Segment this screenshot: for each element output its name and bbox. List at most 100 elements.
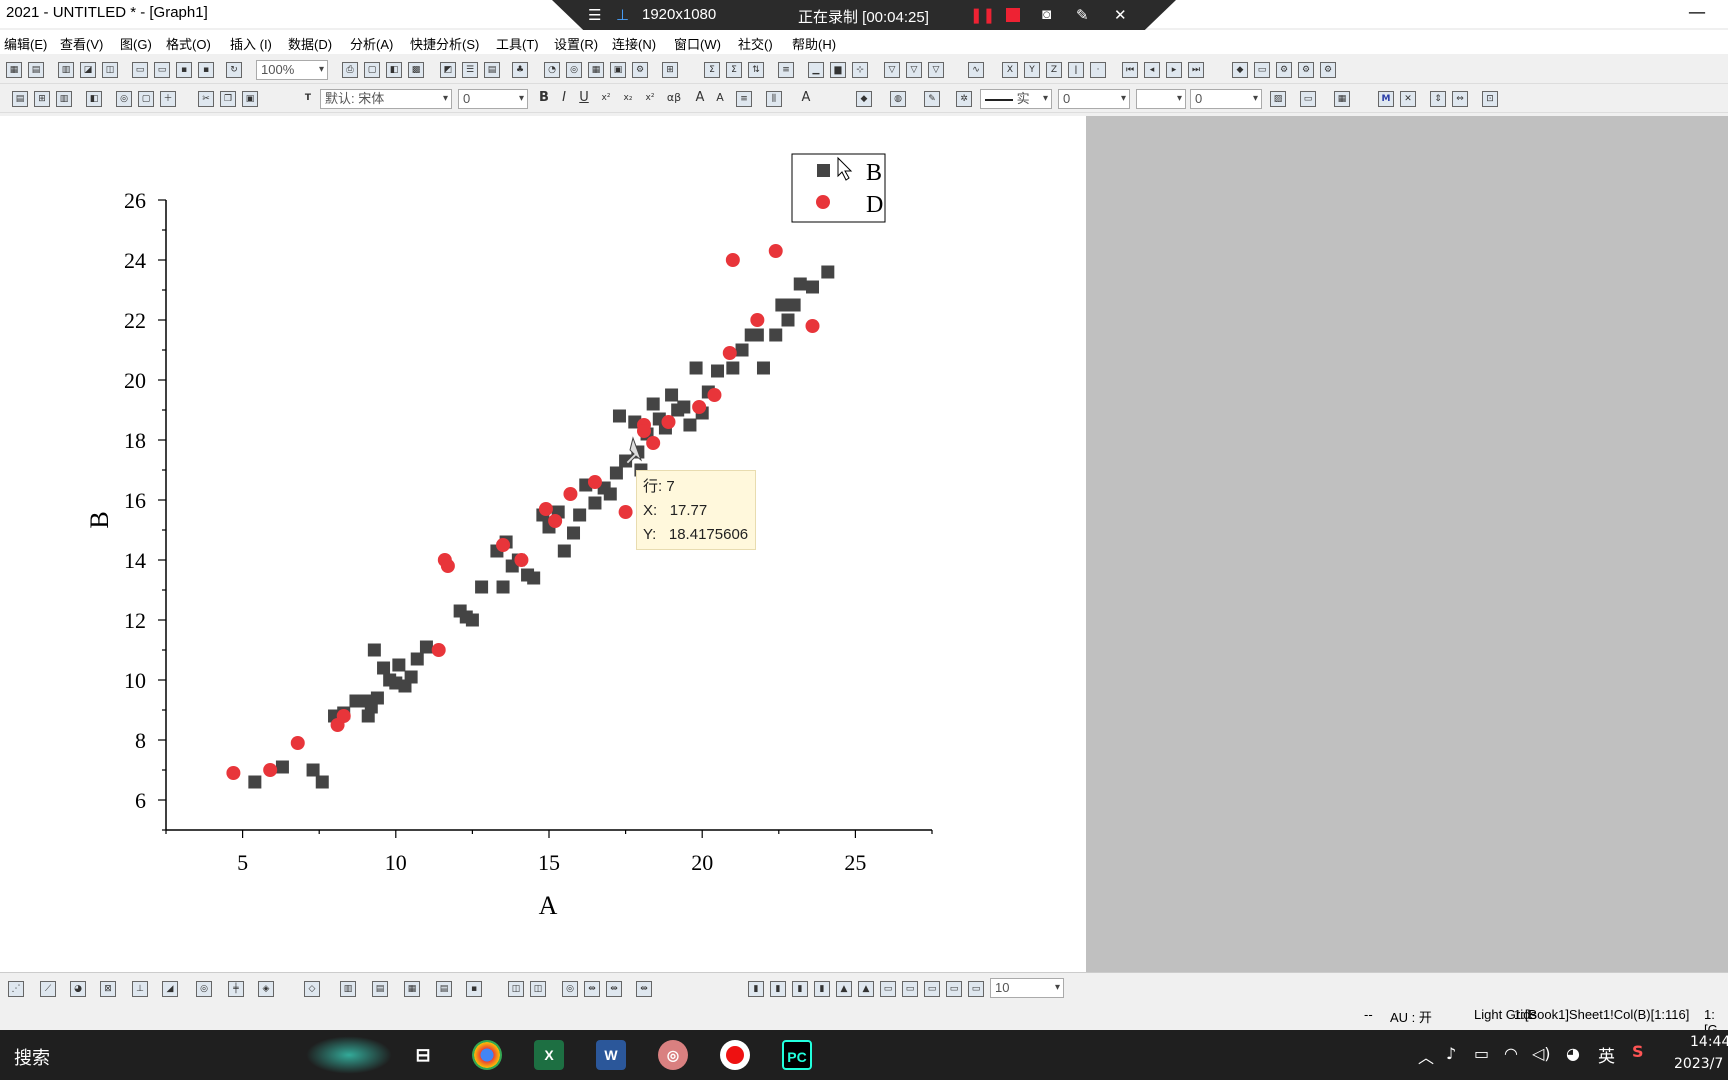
layer-contents-icon[interactable]: ◧ [86,91,102,107]
data-reader-icon[interactable]: ◔ [544,62,560,78]
underline-icon[interactable]: U [576,91,592,107]
zoom-select[interactable]: 100% [256,60,328,80]
data-point-d[interactable] [692,400,707,414]
data-point-d[interactable] [563,487,578,501]
font-smaller-icon[interactable]: A [712,91,728,107]
new-project-icon[interactable]: ▤ [28,62,44,78]
qq-icon[interactable]: ◕ [1566,1044,1580,1063]
3d-surface-icon[interactable]: ◇ [304,981,320,997]
stop-icon[interactable] [1006,8,1020,22]
data-point-b[interactable] [306,763,320,777]
3d-wire-icon[interactable]: ▤ [372,981,388,997]
menu-insert[interactable]: 插入 (I) [230,34,272,53]
new-graph-icon[interactable]: ◪ [80,62,96,78]
histogram-icon[interactable]: ▁ [808,62,824,78]
menu-edit[interactable]: 编辑(E) [4,34,47,53]
data-point-b[interactable] [609,466,623,480]
new-workbook-icon[interactable]: ▦ [6,62,22,78]
menu-quick-analysis[interactable]: 快捷分析(S) [410,34,479,53]
axis-break-icon[interactable]: ⇹ [606,981,622,997]
data-point-d[interactable] [636,424,651,438]
arrange-h-icon[interactable]: ⇔ [1452,91,1468,107]
recalculate-icon[interactable]: ↻ [226,62,242,78]
data-point-d[interactable] [646,436,661,450]
menu-icon[interactable]: ☰ [588,6,601,24]
save-template-icon[interactable]: ▪ [198,62,214,78]
merge-icon[interactable]: ▥ [56,91,72,107]
hatch-icon[interactable]: ▨ [1270,91,1286,107]
data-point-d[interactable] [722,346,737,360]
menu-window[interactable]: 窗口(W) [674,34,721,53]
word-icon[interactable]: W [596,1040,626,1070]
data-point-b[interactable] [367,643,381,657]
new-excel-icon[interactable]: ▥ [58,62,74,78]
add-layer-icon[interactable]: ⊞ [34,91,50,107]
object-align-right-icon[interactable]: ▮ [770,981,786,997]
menu-analysis[interactable]: 分析(A) [350,34,393,53]
data-point-b[interactable] [567,526,581,540]
recorder-app-icon[interactable] [720,1040,750,1070]
camera-icon[interactable]: ◙ [1042,6,1051,23]
next-icon[interactable]: ▸ [1166,62,1182,78]
open-icon[interactable]: ▭ [132,62,148,78]
cut-icon[interactable]: ✂ [198,91,214,107]
data-point-b[interactable] [769,328,783,342]
object-align-center-icon[interactable]: ▲ [836,981,852,997]
data-point-d[interactable] [431,643,446,657]
data-point-b[interactable] [781,313,795,327]
subscript-icon[interactable]: x₂ [620,91,636,107]
data-point-d[interactable] [514,553,529,567]
origin-app-icon[interactable]: ◎ [658,1040,688,1070]
object-align-left-icon[interactable]: ▮ [748,981,764,997]
clock-time[interactable]: 14:44 [1690,1034,1728,1050]
data-point-b[interactable] [646,397,660,411]
ungroup-icon[interactable]: ▭ [902,981,918,997]
microphone-icon[interactable]: ♪ [1446,1044,1456,1063]
supsub-icon[interactable]: x² [642,91,658,107]
export-icon[interactable]: ◧ [386,62,402,78]
copy-icon[interactable]: ❐ [220,91,236,107]
data-point-b[interactable] [683,418,697,432]
table-icon[interactable]: ▦ [588,62,604,78]
minimize-button[interactable]: — [1688,2,1706,23]
results-log-icon[interactable]: ☰ [462,62,478,78]
data-point-d[interactable] [707,388,722,402]
3d-bar-icon[interactable]: ▥ [340,981,356,997]
data-point-b[interactable] [404,670,418,684]
data-point-b[interactable] [735,343,749,357]
pie-plot-icon[interactable]: ◕ [70,981,86,997]
data-point-d[interactable] [290,736,305,750]
pin-icon[interactable]: ⊥ [616,6,629,24]
m-icon[interactable]: M [1378,91,1394,107]
menu-connect[interactable]: 连接(N) [612,34,656,53]
data-point-b[interactable] [588,496,602,510]
z-column-icon[interactable]: Z [1046,62,1062,78]
copy-page-icon[interactable]: ▢ [364,62,380,78]
data-point-b[interactable] [410,652,424,666]
italic-icon[interactable]: I [556,91,572,107]
movie-icon[interactable]: ▩ [408,62,424,78]
line-symbol-plot-icon[interactable]: ⋰ [8,981,24,997]
multi-panel-icon[interactable]: ▦ [404,981,420,997]
data-point-d[interactable] [226,766,241,780]
font-size-select[interactable]: 0 [458,89,528,109]
filter-clear-icon[interactable]: ▽ [906,62,922,78]
peak-icon[interactable]: ∿ [968,62,984,78]
forward-icon[interactable]: ▭ [968,981,984,997]
pycharm-icon[interactable]: PC [782,1040,812,1070]
data-point-d[interactable] [805,319,820,333]
line-style-select[interactable]: 实 [980,89,1052,109]
object-align-top-icon[interactable]: ▮ [792,981,808,997]
object-size-select[interactable]: 10 [990,978,1064,998]
columns-icon[interactable]: ◫ [530,981,546,997]
data-point-d[interactable] [750,313,765,327]
close-icon[interactable]: ✕ [1114,6,1127,24]
candlestick-icon[interactable]: ╪ [228,981,244,997]
area-plot-icon[interactable]: ◢ [162,981,178,997]
data-point-b[interactable] [806,280,820,294]
tray-chevron-icon[interactable]: ︿ [1418,1044,1434,1068]
data-point-b[interactable] [392,658,406,672]
data-point-d[interactable] [263,763,278,777]
data-point-b[interactable] [756,361,770,375]
fill-color-icon[interactable]: ◆ [856,91,872,107]
